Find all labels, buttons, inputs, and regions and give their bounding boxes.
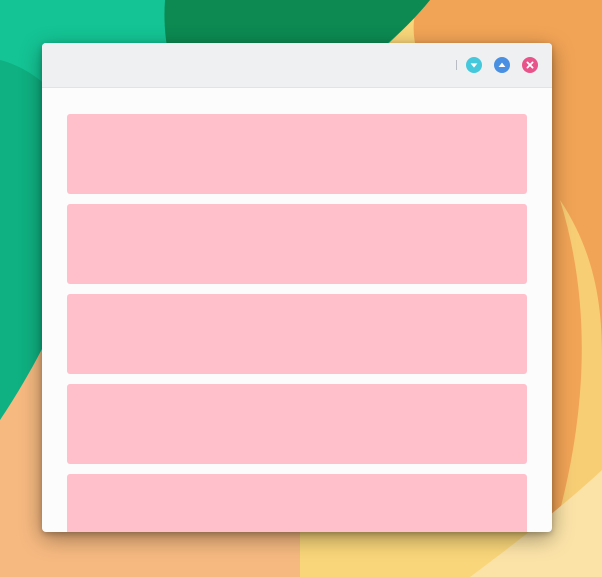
chevron-down-icon — [466, 57, 482, 73]
content-panel — [67, 384, 527, 464]
desktop — [0, 0, 602, 577]
content-panel — [67, 294, 527, 374]
close-icon — [522, 57, 538, 73]
app-window — [42, 43, 552, 532]
minimize-button[interactable] — [466, 57, 482, 73]
window-titlebar[interactable] — [42, 43, 552, 88]
chevron-up-icon — [494, 57, 510, 73]
window-content — [42, 88, 552, 532]
content-panel — [67, 204, 527, 284]
close-button[interactable] — [522, 57, 538, 73]
content-panel — [67, 114, 527, 194]
titlebar-separator — [456, 60, 457, 70]
maximize-button[interactable] — [494, 57, 510, 73]
content-panel — [67, 474, 527, 532]
